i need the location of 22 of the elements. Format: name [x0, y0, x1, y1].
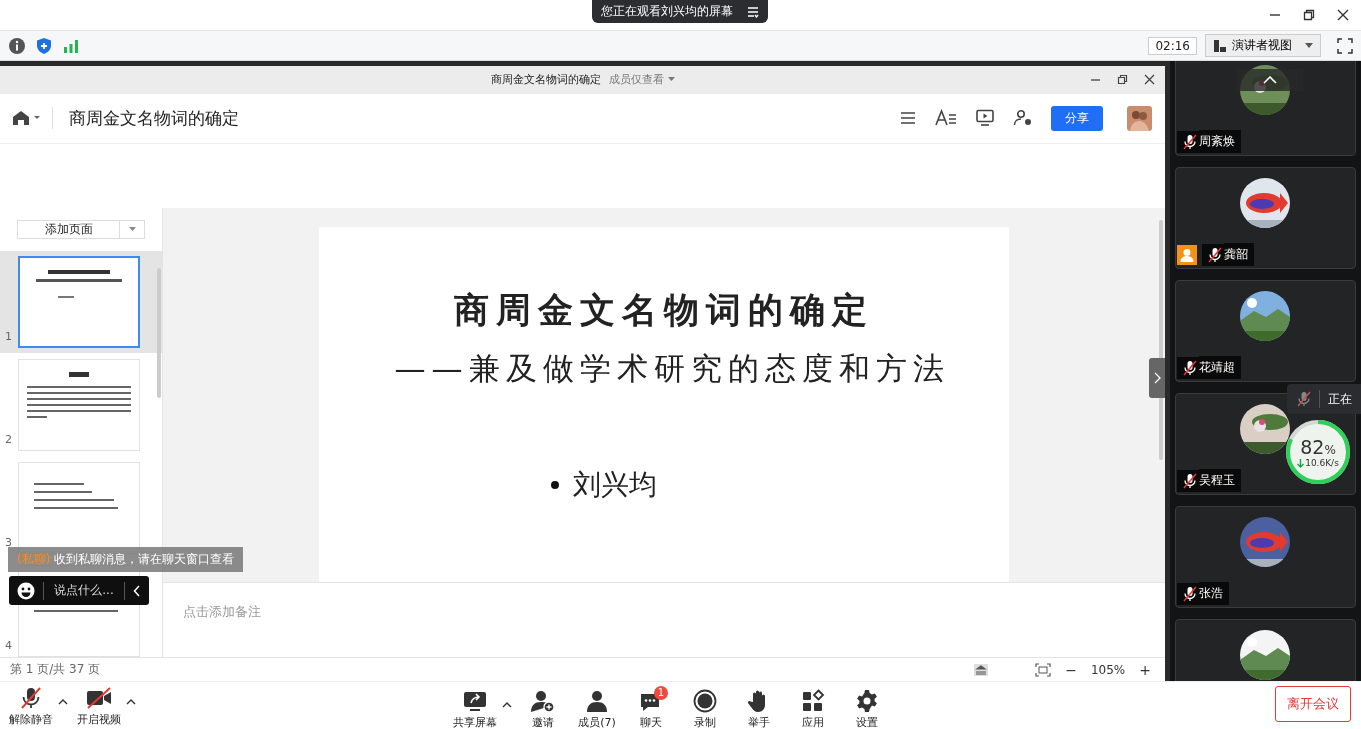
participant-name: 龚韶	[1224, 243, 1254, 266]
window-title: 商周金文名物词的确定	[490, 72, 601, 88]
slide-subtitle: ——兼及做学术研究的态度和方法	[394, 349, 950, 389]
unread-badge: 1	[654, 686, 668, 700]
zoom-level: 105%	[1090, 662, 1126, 677]
participant-name: 花靖超	[1199, 356, 1241, 379]
document-title: 商周金文名物词的确定	[69, 106, 239, 130]
page-indicator: 第 1 页/共 37 页	[10, 661, 101, 679]
slide-number: 1	[5, 330, 12, 344]
participant-name: 吴程玉	[1199, 469, 1241, 492]
participant-name: 张浩	[1199, 582, 1229, 605]
slide-title: 商周金文名物词的确定	[454, 288, 874, 333]
network-speed: 10.6K/s	[1305, 458, 1339, 468]
speaking-text: 正在	[1328, 390, 1352, 408]
meeting-timer: 02:16	[1148, 36, 1197, 55]
participant-name: 周紊焕	[1199, 130, 1241, 153]
banner-text: 您正在观看刘兴均的屏幕	[601, 3, 733, 20]
slide-bullet-text: 刘兴均	[573, 467, 657, 504]
slide-number: 2	[5, 433, 12, 447]
slide-number: 4	[5, 639, 12, 653]
slide-number: 3	[5, 536, 12, 550]
network-percent: 82%	[1300, 436, 1336, 458]
